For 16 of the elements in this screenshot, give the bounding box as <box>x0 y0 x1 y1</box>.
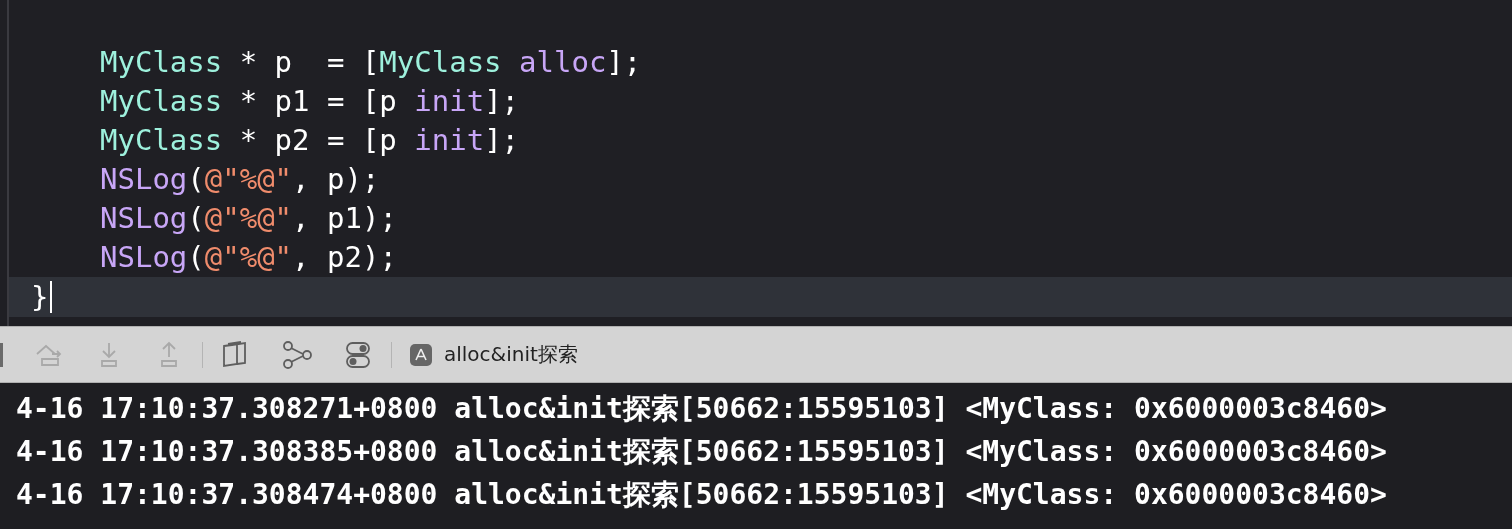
app-icon[interactable] <box>410 343 432 366</box>
code-line: NSLog(@"%@", p2); <box>100 239 397 276</box>
code-line: } <box>31 278 49 316</box>
code-line: MyClass * p = [MyClass alloc]; <box>100 44 642 81</box>
text-cursor <box>50 281 53 313</box>
connected-nodes-icon[interactable] <box>281 339 313 370</box>
log-line: 4-16 17:10:37.308385+0800 alloc&init探索[50662:15595103] <MyClass: 0x6000003c8460> <box>16 434 1388 470</box>
code-line: NSLog(@"%@", p1); <box>100 200 397 237</box>
code-line: NSLog(@"%@", p); <box>100 161 380 198</box>
code-line: MyClass * p2 = [p init]; <box>100 122 520 159</box>
log-line: 4-16 17:10:37.308474+0800 alloc&init探索[50662:15595103] <MyClass: 0x6000003c8460> <box>16 477 1388 513</box>
log-line: 4-16 17:10:37.308271+0800 alloc&init探索[50662:15595103] <MyClass: 0x6000003c8460> <box>16 391 1388 427</box>
toggle-switches-icon[interactable] <box>343 339 373 370</box>
code-editor[interactable]: MyClass * p = [MyClass alloc]; MyClass * p1 = [p init]; MyClass * p2 = [p init]; NSLog(@"%@", p); NSLog(@"%@", p1); NSLog(@"%@", p2); } <box>7 0 1512 326</box>
code-line: MyClass * p1 = [p init]; <box>100 83 520 120</box>
scheme-target[interactable]: alloc&init探索 <box>444 341 578 368</box>
